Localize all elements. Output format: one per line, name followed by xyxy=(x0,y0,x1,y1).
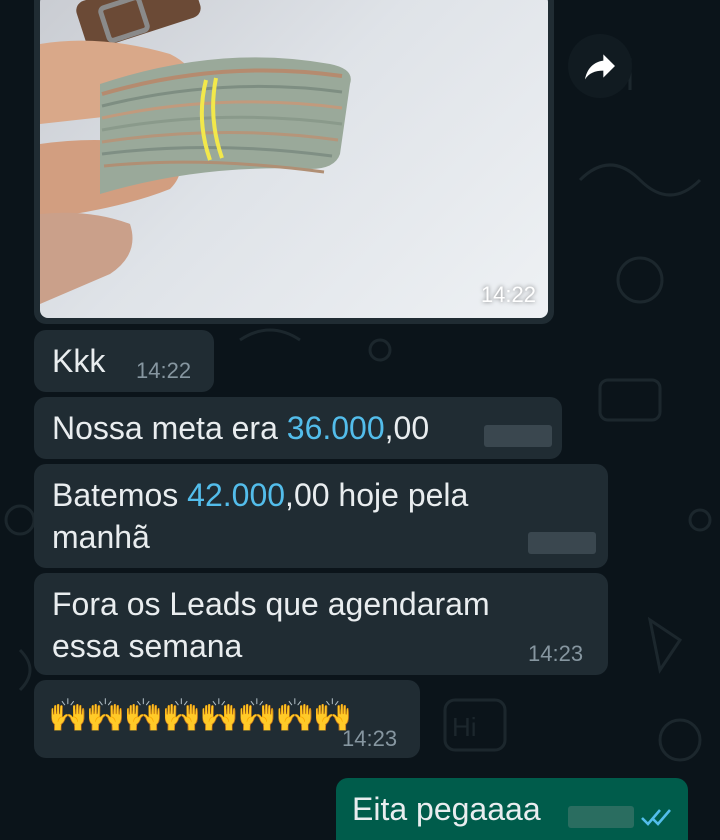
photo-illustration xyxy=(40,0,351,304)
double-check-icon xyxy=(641,809,671,826)
redacted-timestamp xyxy=(484,425,552,447)
message-text: Nossa meta era 36.000,00 xyxy=(52,407,429,449)
forward-arrow-icon xyxy=(585,54,615,80)
money-photo[interactable]: 14:22 xyxy=(40,0,548,318)
message-text: Eita pegaaaa xyxy=(352,791,541,827)
redacted-timestamp xyxy=(568,806,634,828)
forward-button[interactable] xyxy=(568,34,632,98)
message-text-line1: Fora os Leads que agendaram xyxy=(52,586,490,622)
image-timestamp: 14:22 xyxy=(480,282,536,307)
message-bubble-4[interactable]: Fora os Leads que agendaram essa semana … xyxy=(34,573,608,675)
phone-number-link[interactable]: 42.000 xyxy=(187,477,285,513)
text-suffix: ,00 hoje pela xyxy=(285,477,469,513)
message-timestamp: 14:23 xyxy=(528,641,584,666)
redacted-timestamp xyxy=(528,532,596,554)
message-text-line2: manhã xyxy=(52,519,150,555)
image-message-bubble[interactable]: 14:22 xyxy=(34,0,554,324)
text-prefix: Nossa meta era xyxy=(52,410,287,446)
message-timestamp: 14:22 xyxy=(136,358,192,383)
message-text-line1: Batemos 42.000,00 hoje pela xyxy=(52,474,468,516)
message-bubble-1[interactable]: Kkk 14:22 xyxy=(34,330,214,392)
message-text-line2: essa semana xyxy=(52,628,243,664)
text-suffix: ,00 xyxy=(384,410,430,446)
message-bubble-5[interactable]: 🙌🙌🙌🙌🙌🙌🙌🙌 14:23 xyxy=(34,680,420,758)
phone-number-link[interactable]: 36.000 xyxy=(287,410,385,446)
outgoing-message-bubble[interactable]: Eita pegaaaa xyxy=(336,778,688,840)
svg-text:Hi: Hi xyxy=(452,712,477,742)
message-bubble-3[interactable]: Batemos 42.000,00 hoje pela manhã xyxy=(34,464,608,568)
message-timestamp: 14:23 xyxy=(342,726,398,751)
celebration-emoji-row: 🙌🙌🙌🙌🙌🙌🙌🙌 xyxy=(48,697,353,733)
message-bubble-2[interactable]: Nossa meta era 36.000,00 xyxy=(34,397,562,459)
text-prefix: Batemos xyxy=(52,477,188,513)
message-text: Kkk xyxy=(52,343,106,379)
